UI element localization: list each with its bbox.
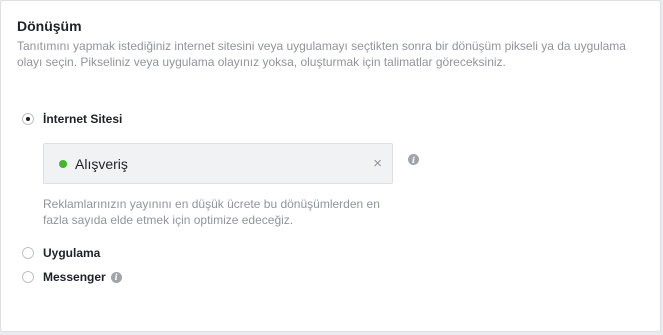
conversion-section: Dönüşüm Tanıtımını yapmak istediğiniz in… <box>0 0 661 332</box>
status-dot-icon <box>59 159 67 168</box>
radio-button-app[interactable] <box>22 247 34 259</box>
radio-button-website[interactable] <box>22 113 34 125</box>
remove-icon[interactable]: × <box>373 156 382 171</box>
section-description: Tanıtımını yapmak istediğiniz internet s… <box>17 39 626 69</box>
radio-label-messenger: Messenger <box>43 270 106 284</box>
radio-app[interactable]: Uygulama <box>22 246 100 260</box>
optimization-hint: Reklamlarınızın yayınını en düşük ücrete… <box>43 197 380 227</box>
radio-label-website: İnternet Sitesi <box>43 112 123 126</box>
radio-label-app: Uygulama <box>43 246 101 260</box>
radio-website[interactable]: İnternet Sitesi <box>22 112 122 126</box>
conversion-event-selector[interactable]: Alışveriş × <box>43 143 393 184</box>
conversion-event-label: Alışveriş <box>75 155 128 172</box>
radio-messenger[interactable]: Messenger i <box>22 270 122 284</box>
info-icon[interactable]: i <box>408 154 419 165</box>
messenger-info-icon[interactable]: i <box>110 271 122 283</box>
section-title: Dönüşüm <box>17 18 82 34</box>
radio-button-messenger[interactable] <box>22 271 34 283</box>
